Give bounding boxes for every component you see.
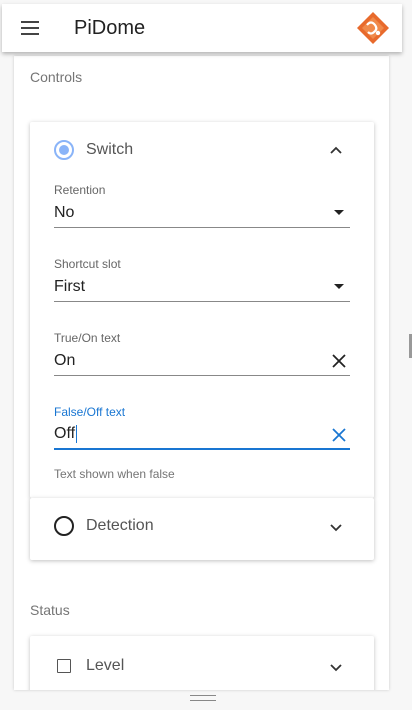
false-text-value: Off — [54, 425, 76, 442]
section-label-controls: Controls — [30, 69, 83, 85]
false-text-input[interactable]: Off — [54, 420, 350, 450]
false-text-label: False/Off text — [54, 405, 126, 419]
switch-card-header[interactable]: Switch — [30, 122, 374, 178]
bottom-resize-grip[interactable] — [190, 695, 216, 701]
retention-value: No — [54, 203, 75, 221]
app-bar: PiDome — [2, 4, 402, 52]
retention-field: Retention No — [54, 182, 350, 228]
shortcut-slot-field: Shortcut slot First — [54, 256, 350, 302]
detection-card-header[interactable]: Detection — [30, 498, 374, 554]
shortcut-slot-value: First — [54, 277, 86, 295]
chevron-up-icon[interactable] — [328, 142, 344, 158]
level-card-header[interactable]: Level — [30, 636, 374, 690]
switch-card-title: Switch — [86, 141, 134, 158]
true-text-value: On — [54, 351, 76, 369]
shortcut-slot-label: Shortcut slot — [54, 257, 121, 271]
menu-icon-bar — [21, 21, 39, 23]
menu-icon-bar — [21, 27, 39, 29]
radio-selected-icon[interactable] — [54, 140, 74, 160]
true-text-input[interactable]: On — [54, 346, 350, 376]
dropdown-arrow-icon[interactable] — [334, 210, 344, 215]
dropdown-arrow-icon[interactable] — [334, 284, 344, 289]
switch-card: Switch Retention No Shortcut slot First … — [30, 122, 374, 498]
menu-icon-bar — [21, 33, 39, 35]
app-title: PiDome — [74, 16, 146, 39]
retention-label: Retention — [54, 183, 106, 197]
level-card: Level — [30, 636, 374, 690]
shortcut-slot-select[interactable]: First — [54, 272, 350, 302]
chevron-down-icon[interactable] — [328, 660, 344, 676]
menu-button[interactable] — [2, 4, 58, 52]
section-label-status: Status — [30, 602, 70, 618]
false-text-helper: Text shown when false — [54, 467, 175, 481]
checkbox-icon[interactable] — [57, 659, 71, 673]
true-text-label: True/On text — [54, 331, 121, 345]
detection-card-title: Detection — [86, 517, 154, 534]
false-text-field: False/Off text Off — [54, 404, 350, 450]
pidome-logo-icon — [357, 12, 389, 44]
level-card-title: Level — [86, 657, 125, 674]
controls-panel[interactable]: Controls Switch Retention No Shortcut sl… — [14, 56, 389, 690]
chevron-down-icon[interactable] — [328, 520, 344, 536]
true-text-field: True/On text On — [54, 330, 350, 376]
text-cursor — [76, 425, 78, 443]
retention-select[interactable]: No — [54, 198, 350, 228]
radio-unselected-icon[interactable] — [54, 516, 74, 536]
clear-icon[interactable] — [330, 426, 348, 444]
detection-card: Detection — [30, 498, 374, 560]
clear-icon[interactable] — [330, 352, 348, 370]
